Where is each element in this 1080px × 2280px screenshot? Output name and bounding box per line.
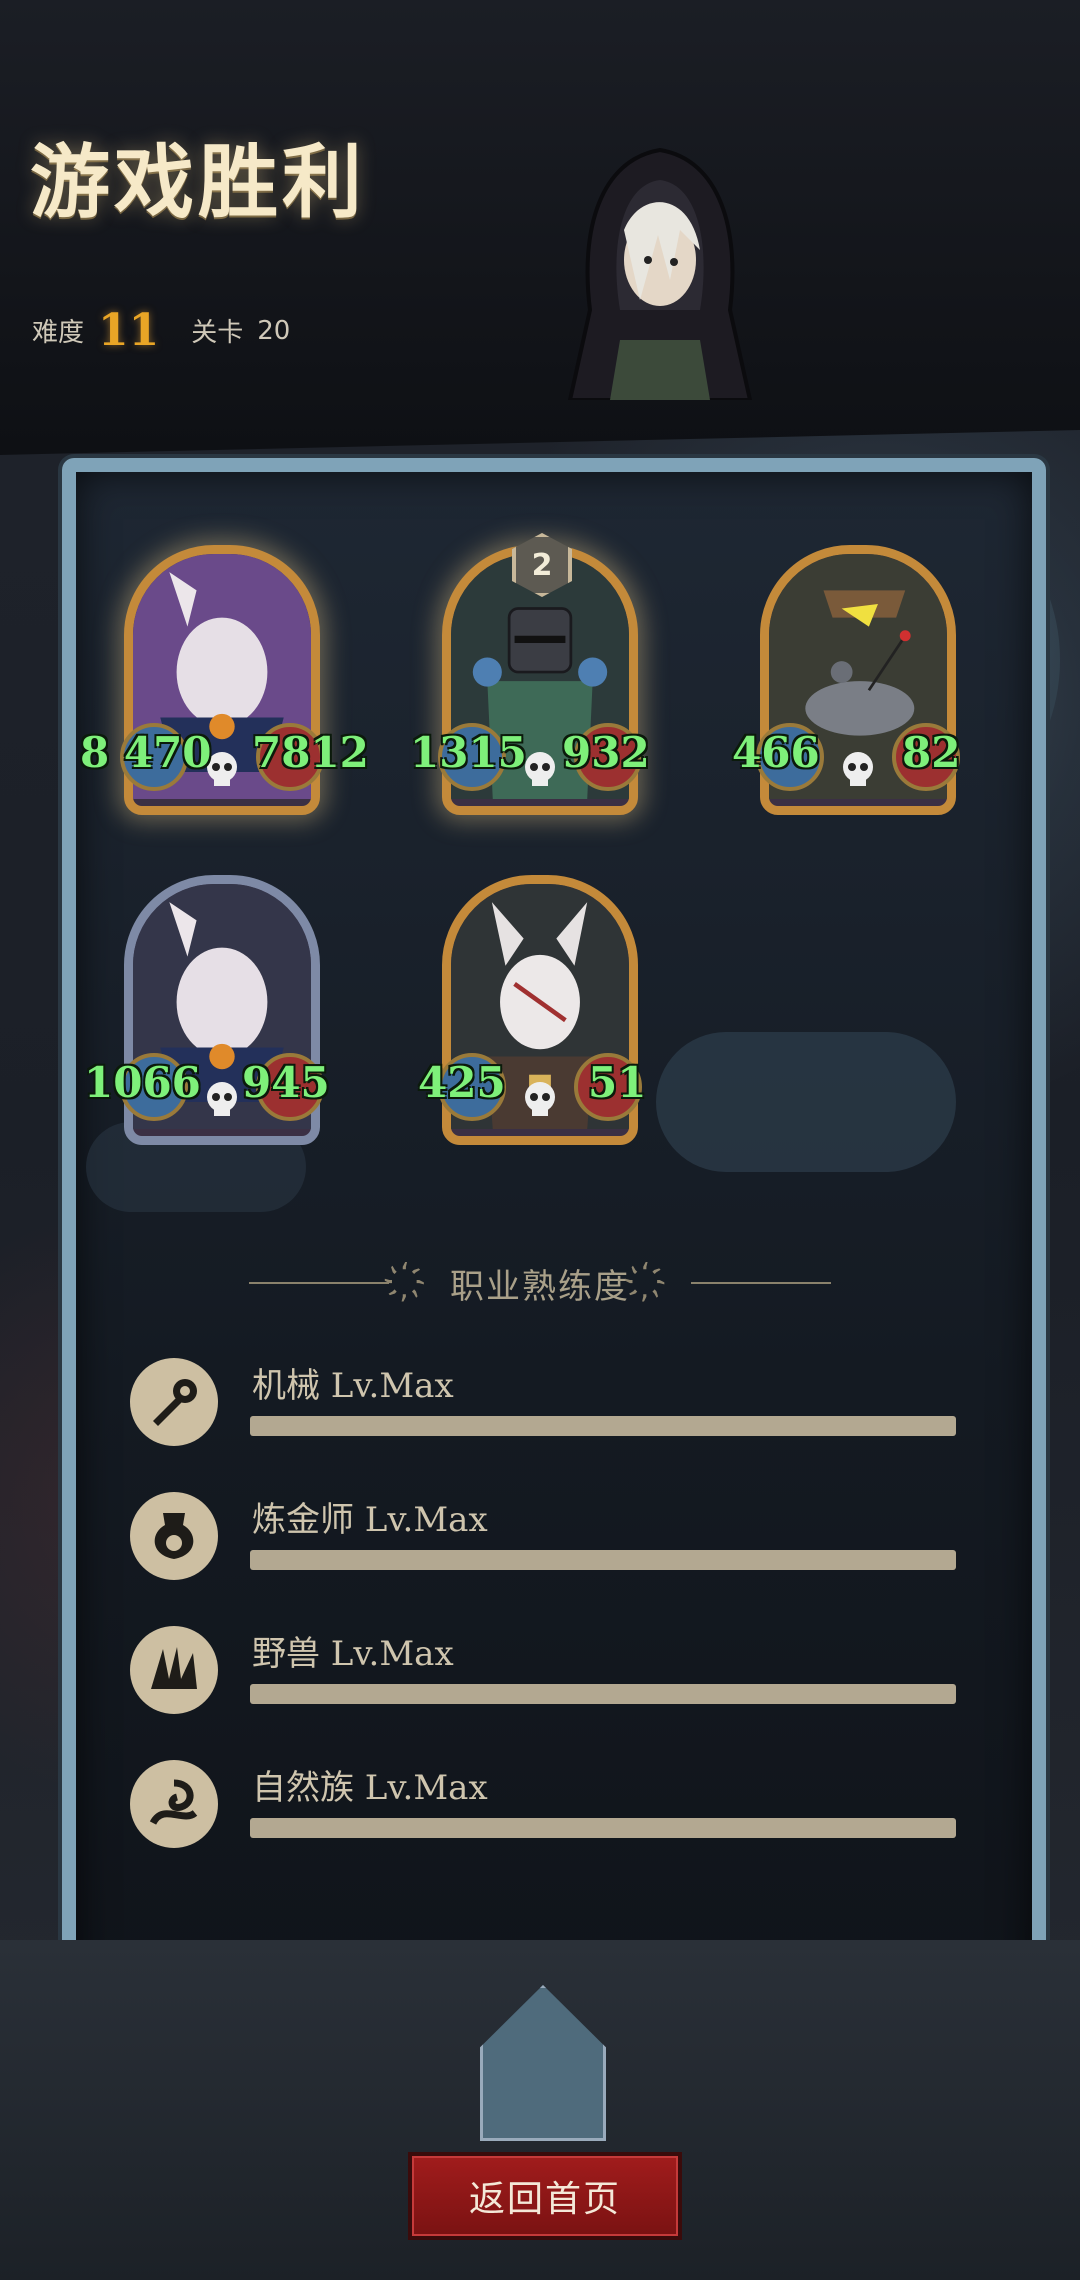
proficiency-title: 职业熟练度 — [450, 1266, 630, 1307]
nature-icon — [130, 1760, 218, 1848]
proficiency-name: 炼金师 Lv.Max — [252, 1500, 488, 1540]
stage-value: 20 — [257, 315, 291, 346]
unit-health: 82 — [902, 728, 961, 777]
unit-attack: 425 — [418, 1058, 506, 1107]
difficulty-label: 难度 — [32, 318, 85, 348]
unit-health: 7812 — [252, 728, 369, 777]
difficulty-value: 11 — [98, 305, 160, 356]
stage-label: 关卡 — [191, 318, 244, 348]
unit-attack: 1066 — [84, 1058, 201, 1107]
unit-card-1[interactable]: 8 470 7812 — [80, 545, 369, 815]
result-header: 游戏胜利 难度 11 关卡 20 — [0, 0, 1080, 455]
proficiency-name: 野兽 Lv.Max — [252, 1634, 454, 1674]
proficiency-name: 机械 Lv.Max — [252, 1366, 454, 1406]
return-home-button[interactable]: 返回首页 — [408, 2152, 682, 2240]
unit-health: 51 — [588, 1058, 647, 1107]
unit-card-3[interactable]: 466 82 — [732, 545, 960, 815]
cloud — [656, 1032, 956, 1172]
proficiency-bar — [250, 1818, 956, 1838]
proficiency-item-nature: 自然族 Lv.Max — [130, 1750, 960, 1860]
swirl-ornament-icon: ҉ — [413, 1265, 426, 1301]
skull-icon — [207, 1082, 237, 1116]
divider-line — [690, 1282, 831, 1284]
unit-health: 945 — [242, 1058, 330, 1107]
proficiency-bar — [250, 1416, 956, 1436]
mechanic-icon — [130, 1358, 218, 1446]
proficiency-divider: ҉ 职业熟练度 ҉ — [200, 1258, 880, 1308]
proficiency-item-beast: 野兽 Lv.Max — [130, 1616, 960, 1726]
skull-icon — [525, 1082, 555, 1116]
proficiency-item-mechanic: 机械 Lv.Max — [130, 1348, 960, 1458]
proficiency-fill — [250, 1416, 956, 1436]
unit-card-2[interactable]: 2 1315 932 — [410, 533, 650, 815]
hero-portrait — [567, 147, 753, 400]
alchemist-icon — [130, 1492, 218, 1580]
proficiency-fill — [250, 1550, 956, 1570]
beast-icon — [130, 1626, 218, 1714]
skull-icon — [843, 752, 873, 786]
proficiency-bar — [250, 1684, 956, 1704]
unit-attack: 8 470 — [80, 728, 212, 777]
proficiency-name: 自然族 Lv.Max — [252, 1768, 488, 1808]
unit-card-4[interactable]: 1066 945 — [84, 875, 330, 1145]
unit-health: 932 — [562, 728, 650, 777]
proficiency-fill — [250, 1684, 956, 1704]
unit-attack: 466 — [732, 728, 820, 777]
swirl-ornament-icon: ҉ — [654, 1265, 667, 1301]
proficiency-fill — [250, 1818, 956, 1838]
divider-line — [249, 1282, 390, 1284]
proficiency-bar — [250, 1550, 956, 1570]
unit-card-5[interactable]: 425 51 — [418, 875, 646, 1145]
victory-title: 游戏胜利 — [30, 136, 366, 229]
proficiency-item-alchemist: 炼金师 Lv.Max — [130, 1482, 960, 1592]
unit-attack: 1315 — [410, 728, 527, 777]
run-info: 难度 11 关卡 20 — [32, 305, 290, 356]
